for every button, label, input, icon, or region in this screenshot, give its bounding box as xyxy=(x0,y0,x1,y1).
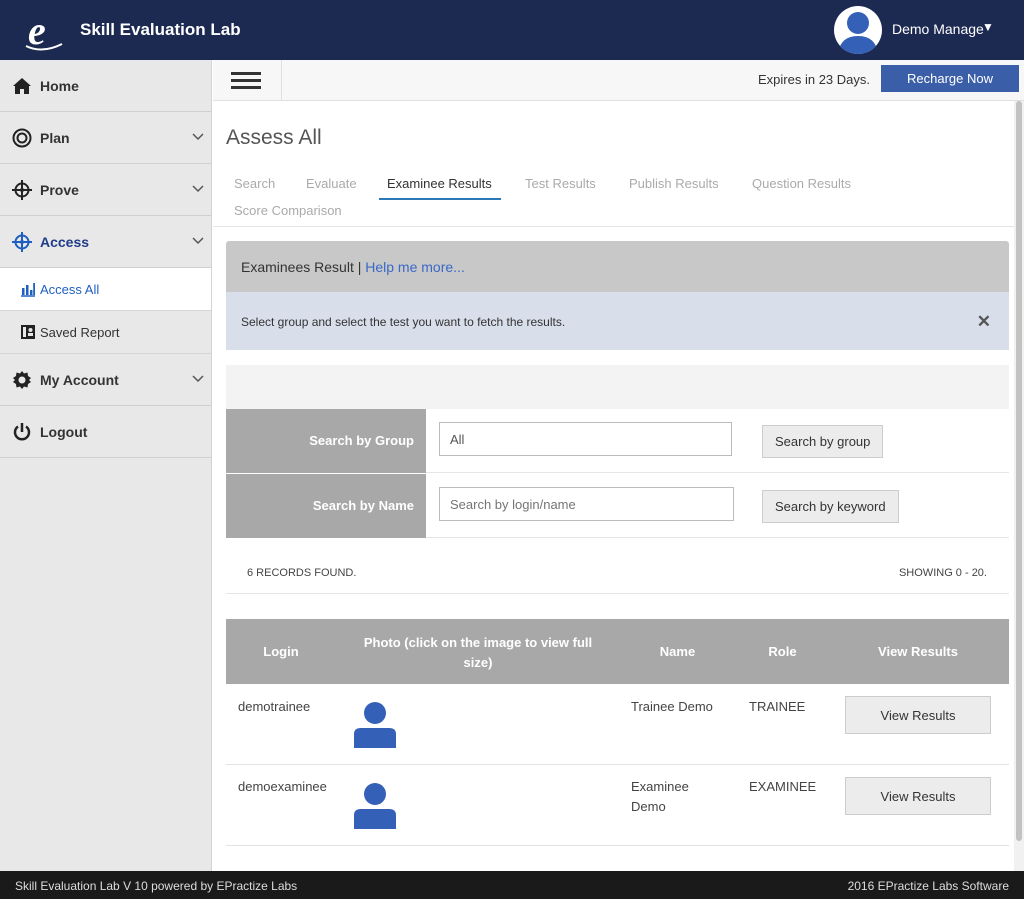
user-photo-icon[interactable] xyxy=(353,781,397,829)
search-by-keyword-button[interactable]: Search by keyword xyxy=(762,490,899,523)
divider xyxy=(213,226,1024,227)
sidebar-item-label: Prove xyxy=(40,181,79,198)
column-header-name: Name xyxy=(659,644,696,659)
sidebar-subitem-label: Saved Report xyxy=(40,324,120,340)
column-header-login: Login xyxy=(263,644,299,659)
chevron-down-icon xyxy=(192,375,204,383)
gear-icon xyxy=(12,370,32,390)
sidebar-item-prove[interactable]: Prove xyxy=(0,164,211,216)
crosshair-icon xyxy=(12,231,32,252)
cell-login: demoexaminee xyxy=(238,779,327,794)
name-search-input[interactable] xyxy=(439,487,734,521)
table-row: demoexaminee Examinee Demo EXAMINEE View… xyxy=(226,765,1009,846)
user-icon xyxy=(838,12,878,54)
vertical-scrollbar[interactable] xyxy=(1014,101,1024,871)
tab-search[interactable]: Search xyxy=(234,176,275,191)
footer-right-text: 2016 EPractize Labs Software xyxy=(847,879,1009,893)
chevron-down-icon xyxy=(192,133,204,141)
column-header-photo: Photo (click on the image to view full s… xyxy=(363,635,593,670)
view-results-button[interactable]: View Results xyxy=(845,696,991,734)
results-table-header: Login Photo (click on the image to view … xyxy=(226,619,1009,684)
panel-header: Examinees Result | Help me more... xyxy=(226,241,1009,292)
cell-login: demotrainee xyxy=(238,699,311,714)
group-select-input[interactable] xyxy=(439,422,732,456)
panel-title-text: Examinees Result | xyxy=(241,259,362,275)
tab-examinee-results[interactable]: Examinee Results xyxy=(387,176,492,191)
sidebar-item-label: My Account xyxy=(40,371,119,388)
column-header-view-results: View Results xyxy=(878,644,958,659)
search-by-group-label: Search by Group xyxy=(226,409,426,473)
search-by-name-label: Search by Name xyxy=(226,474,426,538)
report-icon xyxy=(21,325,35,339)
tab-test-results[interactable]: Test Results xyxy=(525,176,596,191)
page-title: Assess All xyxy=(226,126,322,149)
home-icon xyxy=(12,76,32,96)
column-header-role: Role xyxy=(768,644,797,659)
top-bar: e Skill Evaluation Lab Demo Manage ▼ xyxy=(0,0,1024,60)
divider xyxy=(281,60,282,101)
sidebar-item-logout[interactable]: Logout xyxy=(0,406,211,458)
sidebar-item-label: Access xyxy=(40,233,90,250)
records-found: 6 RECORDS FOUND. xyxy=(247,567,357,579)
crosshair-icon xyxy=(12,179,32,200)
scrollbar-thumb[interactable] xyxy=(1016,101,1022,841)
active-tab-indicator xyxy=(379,198,501,200)
cell-name: Trainee Demo xyxy=(631,699,713,714)
bar-chart-icon xyxy=(21,283,35,297)
app-title: Skill Evaluation Lab xyxy=(80,20,241,39)
sidebar-subitem-access-all[interactable]: Access All xyxy=(0,268,211,311)
records-summary: 6 RECORDS FOUND. SHOWING 0 - 20. xyxy=(226,540,1009,594)
spacer-band xyxy=(226,365,1009,409)
help-link[interactable]: Help me more... xyxy=(361,259,465,275)
cell-role: EXAMINEE xyxy=(749,779,817,794)
cell-role: TRAINEE xyxy=(749,699,806,714)
power-icon xyxy=(12,422,32,442)
sidebar-subitem-saved-report[interactable]: Saved Report xyxy=(0,311,211,354)
expiry-notice: Expires in 23 Days. xyxy=(758,72,870,87)
user-photo-icon[interactable] xyxy=(353,700,397,748)
info-message: Select group and select the test you wan… xyxy=(226,292,1009,350)
tab-question-results[interactable]: Question Results xyxy=(752,176,851,191)
footer: Skill Evaluation Lab V 10 powered by EPr… xyxy=(0,871,1024,899)
search-name-row: Search by Name Search by keyword xyxy=(226,474,1009,538)
target-ring-icon xyxy=(12,128,32,148)
svg-text:e: e xyxy=(28,8,46,52)
info-text: Select group and select the test you wan… xyxy=(241,315,566,329)
user-avatar[interactable] xyxy=(834,6,882,54)
chevron-down-icon xyxy=(192,185,204,193)
sidebar-item-label: Home xyxy=(40,77,79,94)
logo-icon[interactable]: e xyxy=(22,8,68,52)
sidebar-item-home[interactable]: Home xyxy=(0,60,211,112)
view-results-button[interactable]: View Results xyxy=(845,777,991,815)
sidebar-item-label: Logout xyxy=(40,423,88,440)
caret-down-icon[interactable]: ▼ xyxy=(982,20,994,34)
chevron-down-icon xyxy=(192,237,204,245)
recharge-now-button[interactable]: Recharge Now xyxy=(881,65,1019,92)
sidebar: Home Plan Prove Access Access All Saved … xyxy=(0,60,212,871)
records-showing: SHOWING 0 - 20. xyxy=(898,567,987,579)
sidebar-item-label: Plan xyxy=(40,129,70,146)
tab-publish-results[interactable]: Publish Results xyxy=(629,176,719,191)
hamburger-menu-icon[interactable] xyxy=(231,72,261,89)
sidebar-subitem-label: Access All xyxy=(40,281,100,297)
user-menu-label[interactable]: Demo Manage xyxy=(892,21,984,37)
table-row: demotrainee Trainee Demo TRAINEE View Re… xyxy=(226,684,1009,765)
search-group-row: Search by Group Search by group xyxy=(226,409,1009,473)
search-by-group-button[interactable]: Search by group xyxy=(762,425,884,458)
sidebar-item-plan[interactable]: Plan xyxy=(0,112,211,164)
footer-left-text: Skill Evaluation Lab V 10 powered by EPr… xyxy=(15,879,298,893)
tab-evaluate[interactable]: Evaluate xyxy=(306,176,357,191)
top-strip: Expires in 23 Days. Recharge Now xyxy=(213,60,1024,101)
sidebar-item-my-account[interactable]: My Account xyxy=(0,354,211,406)
tab-score-comparison[interactable]: Score Comparison xyxy=(234,203,342,218)
cell-name: Examinee Demo xyxy=(631,779,689,814)
close-icon[interactable]: ✕ xyxy=(977,312,991,332)
panel-title: Examinees Result | Help me more... xyxy=(241,259,465,275)
sidebar-item-access[interactable]: Access xyxy=(0,216,211,268)
